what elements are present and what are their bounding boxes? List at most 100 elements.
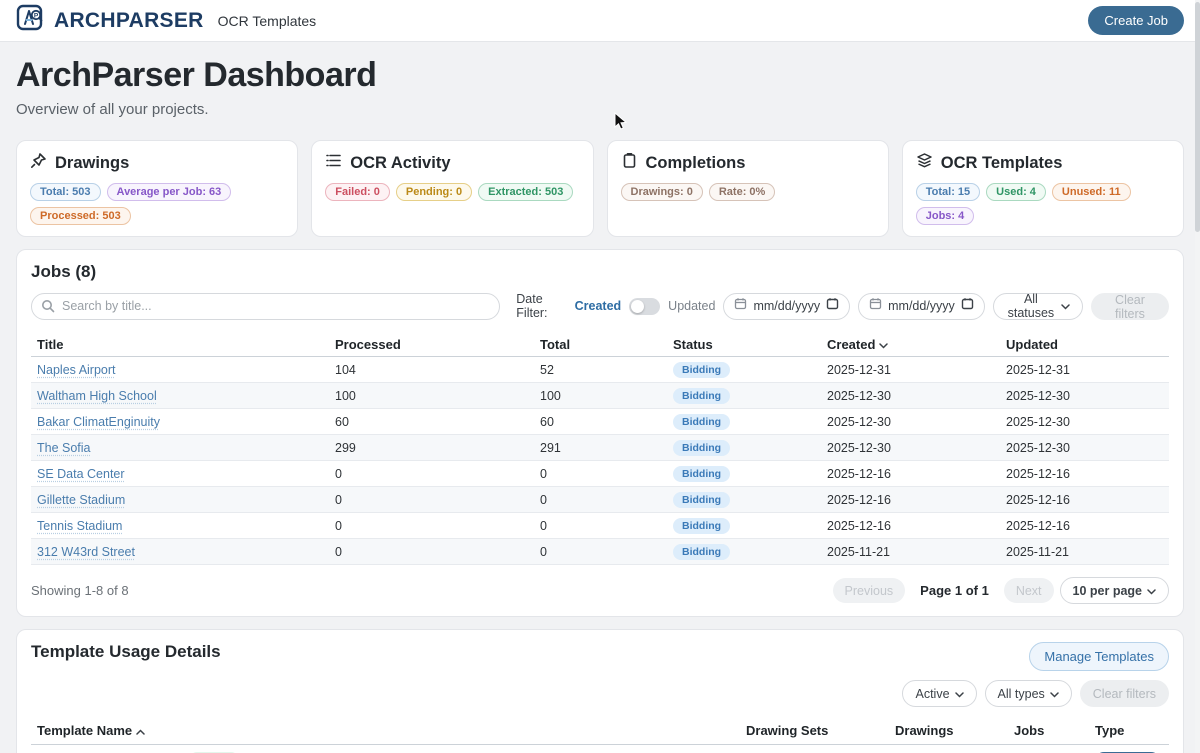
date-filter-toggle[interactable]: [629, 298, 660, 315]
status-badge: Bidding: [673, 414, 730, 430]
stat-card-drawings: Drawings Total: 503 Average per Job: 63 …: [16, 140, 298, 237]
table-row[interactable]: Naples Airport 104 52 Bidding 2025-12-31…: [31, 357, 1169, 383]
col-processed[interactable]: Processed: [335, 337, 540, 352]
updated-value: 2025-12-30: [1006, 415, 1163, 429]
total-value: 60: [540, 415, 673, 429]
templates-table: Template Name Drawing Sets Drawings Jobs…: [31, 719, 1169, 753]
stat-badge: Processed: 503: [30, 207, 131, 225]
job-title-link[interactable]: Naples Airport: [37, 363, 335, 377]
date-filter-created-label[interactable]: Created: [575, 299, 622, 313]
status-badge: Bidding: [673, 492, 730, 508]
vertical-scrollbar[interactable]: [1195, 0, 1200, 753]
col-created[interactable]: Created: [827, 337, 1006, 352]
next-page-button[interactable]: Next: [1004, 578, 1054, 603]
total-value: 0: [540, 467, 673, 481]
calendar-picker-icon[interactable]: [961, 297, 974, 315]
job-title-link[interactable]: 312 W43rd Street: [37, 545, 335, 559]
updated-value: 2025-11-21: [1006, 545, 1163, 559]
status-badge: Bidding: [673, 544, 730, 560]
col-type[interactable]: Type: [1095, 723, 1163, 738]
job-title-link[interactable]: Waltham High School: [37, 389, 335, 403]
created-value: 2025-12-30: [827, 415, 1006, 429]
per-page-label: 10 per page: [1073, 584, 1142, 598]
page-title: ArchParser Dashboard: [16, 56, 1184, 95]
status-badge: Bidding: [673, 440, 730, 456]
total-value: 0: [540, 493, 673, 507]
col-total[interactable]: Total: [540, 337, 673, 352]
per-page-dropdown[interactable]: 10 per page: [1060, 577, 1169, 604]
table-row[interactable]: The Sofia 299 291 Bidding 2025-12-30 202…: [31, 435, 1169, 461]
job-title-link[interactable]: Bakar ClimatEnginuity: [37, 415, 335, 429]
total-value: 100: [540, 389, 673, 403]
jobs-table: Title Processed Total Status Created Upd…: [31, 332, 1169, 565]
processed-value: 0: [335, 493, 540, 507]
stat-badge: Pending: 0: [396, 183, 472, 201]
job-title-link[interactable]: Gillette Stadium: [37, 493, 335, 507]
created-value: 2025-12-16: [827, 493, 1006, 507]
created-value: 2025-12-30: [827, 389, 1006, 403]
stat-card-title: Drawings: [55, 154, 129, 173]
job-title-link[interactable]: SE Data Center: [37, 467, 335, 481]
updated-value: 2025-12-30: [1006, 441, 1163, 455]
table-row[interactable]: Waltham High School 100 100 Bidding 2025…: [31, 383, 1169, 409]
status-badge: Bidding: [673, 518, 730, 534]
date-filter-updated-label[interactable]: Updated: [668, 299, 715, 313]
clear-filters-button[interactable]: Clear filters: [1091, 293, 1169, 320]
table-row[interactable]: 312 W43rd Street 0 0 Bidding 2025-11-21 …: [31, 539, 1169, 565]
col-drawings[interactable]: Drawings: [895, 723, 1014, 738]
table-row[interactable]: AI-Powered Extraction Active Uses Claude…: [31, 745, 1169, 753]
status-badge: Bidding: [673, 388, 730, 404]
create-job-button[interactable]: Create Job: [1088, 6, 1184, 35]
col-jobs[interactable]: Jobs: [1014, 723, 1095, 738]
updated-value: 2025-12-16: [1006, 493, 1163, 507]
job-title-link[interactable]: The Sofia: [37, 441, 335, 455]
previous-page-button[interactable]: Previous: [833, 578, 906, 603]
date-from-input[interactable]: mm/dd/yyyy: [723, 293, 850, 320]
col-updated[interactable]: Updated: [1006, 337, 1163, 352]
stat-badge: Failed: 0: [325, 183, 390, 201]
date-to-input[interactable]: mm/dd/yyyy: [858, 293, 985, 320]
col-template-name[interactable]: Template Name: [37, 723, 746, 738]
page-label: OCR Templates: [218, 13, 317, 29]
calendar-icon: [734, 297, 747, 315]
table-row[interactable]: Gillette Stadium 0 0 Bidding 2025-12-16 …: [31, 487, 1169, 513]
col-title[interactable]: Title: [37, 337, 335, 352]
type-filter-dropdown[interactable]: All types: [985, 680, 1072, 707]
created-value: 2025-12-16: [827, 519, 1006, 533]
col-drawing-sets[interactable]: Drawing Sets: [746, 723, 895, 738]
stat-badge: Total: 15: [916, 183, 980, 201]
search-box: [31, 293, 500, 320]
chevron-down-icon: [1061, 299, 1070, 313]
stat-badge: Unused: 11: [1052, 183, 1131, 201]
stat-card-title: OCR Templates: [941, 154, 1063, 173]
chevron-up-icon: [136, 723, 145, 738]
jobs-table-header: Title Processed Total Status Created Upd…: [31, 332, 1169, 357]
chevron-down-icon: [1050, 687, 1059, 701]
status-filter-label: All statuses: [1006, 292, 1056, 320]
total-value: 0: [540, 519, 673, 533]
col-status[interactable]: Status: [673, 337, 827, 352]
job-title-link[interactable]: Tennis Stadium: [37, 519, 335, 533]
template-usage-heading: Template Usage Details: [31, 642, 221, 662]
jobs-heading: Jobs (8): [31, 262, 1169, 282]
scrollbar-thumb[interactable]: [1195, 2, 1200, 232]
table-row[interactable]: SE Data Center 0 0 Bidding 2025-12-16 20…: [31, 461, 1169, 487]
status-filter-dropdown[interactable]: All statuses: [993, 293, 1083, 320]
template-usage-panel: Template Usage Details Manage Templates …: [16, 629, 1184, 753]
type-filter-label: All types: [998, 687, 1045, 701]
manage-templates-button[interactable]: Manage Templates: [1029, 642, 1169, 671]
updated-value: 2025-12-30: [1006, 389, 1163, 403]
stat-badge: Extracted: 503: [478, 183, 573, 201]
stat-badge: Jobs: 4: [916, 207, 975, 225]
calendar-picker-icon[interactable]: [826, 297, 839, 315]
active-filter-dropdown[interactable]: Active: [902, 680, 976, 707]
table-row[interactable]: Tennis Stadium 0 0 Bidding 2025-12-16 20…: [31, 513, 1169, 539]
search-input[interactable]: [31, 293, 500, 320]
active-filter-label: Active: [915, 687, 949, 701]
templates-table-header: Template Name Drawing Sets Drawings Jobs…: [31, 719, 1169, 745]
chevron-down-icon: [955, 687, 964, 701]
clear-filters-button[interactable]: Clear filters: [1080, 680, 1169, 707]
table-row[interactable]: Bakar ClimatEnginuity 60 60 Bidding 2025…: [31, 409, 1169, 435]
jobs-panel: Jobs (8) Date Filter: Created Updated mm…: [16, 249, 1184, 617]
stat-badge: Total: 503: [30, 183, 101, 201]
